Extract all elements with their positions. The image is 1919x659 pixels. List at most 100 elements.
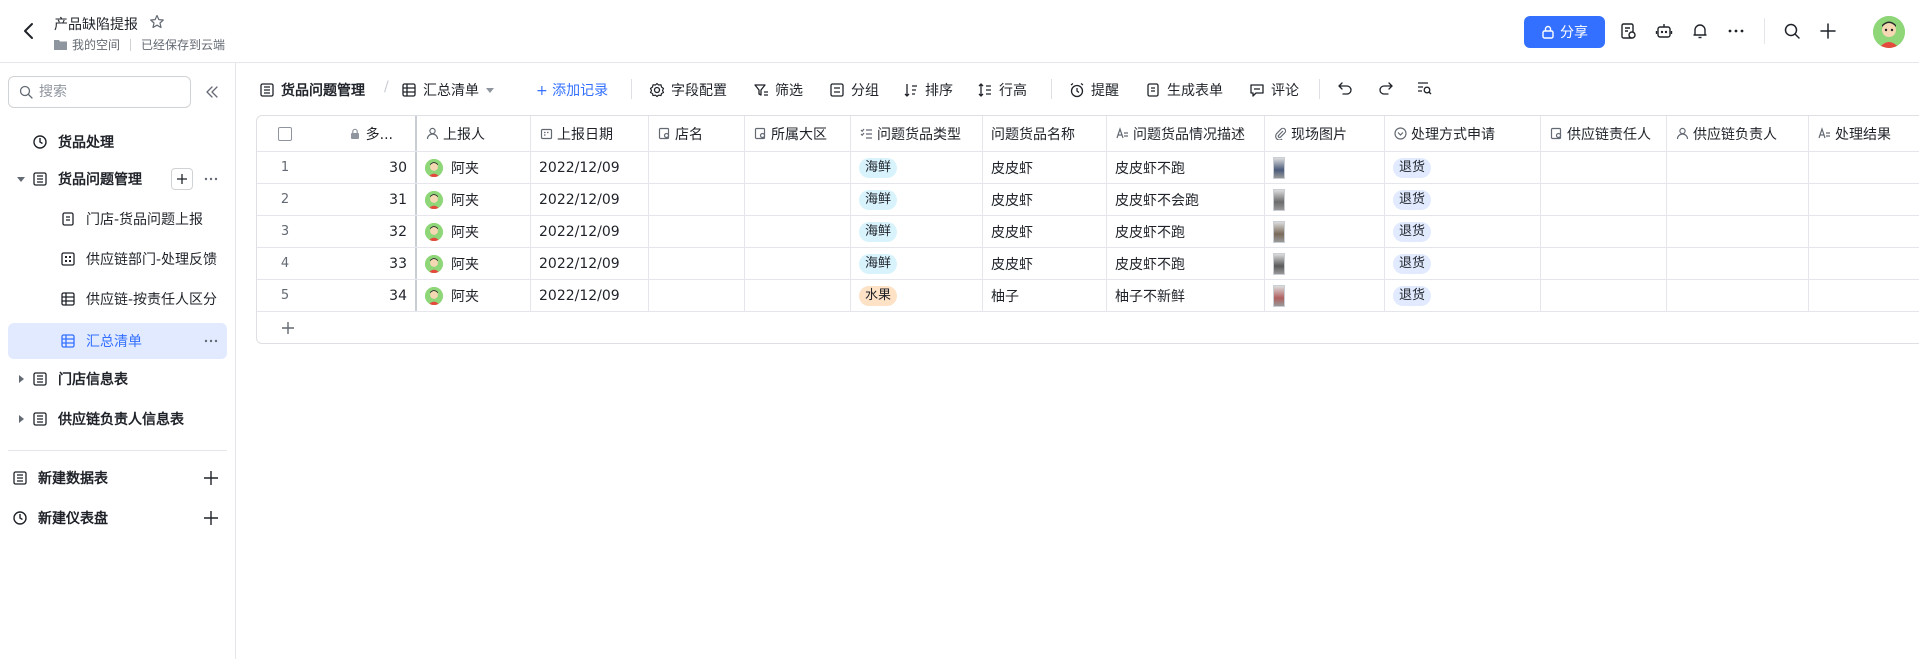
cell-result[interactable] [1809, 184, 1919, 215]
sort-button[interactable]: 排序 [903, 80, 953, 100]
more-icon[interactable] [1725, 20, 1747, 42]
cell-supply-owner[interactable] [1667, 280, 1809, 311]
col-header-result[interactable]: 处理结果 [1809, 116, 1919, 151]
cell-store-name[interactable] [649, 248, 745, 279]
row-height-button[interactable]: 行高 [977, 80, 1027, 100]
breadcrumb-space[interactable]: 我的空间 [72, 36, 120, 53]
cell-store-name[interactable] [649, 280, 745, 311]
cell-report-date[interactable]: 2022/12/09 [531, 216, 649, 247]
cell-region[interactable] [745, 152, 851, 183]
photo-thumbnail[interactable] [1273, 156, 1285, 179]
cell-supply-responsible[interactable] [1541, 184, 1667, 215]
cell-action-request[interactable]: 退货 [1385, 152, 1541, 183]
photo-thumbnail[interactable] [1273, 284, 1285, 307]
sidebar-item-goods-issue-mgmt[interactable]: 货品问题管理 [8, 161, 227, 197]
table-row[interactable]: 2 31 阿夹 2022/12/09 海鲜 皮皮虾 皮皮虾不会跑 退货 [257, 184, 1919, 216]
generate-form-button[interactable]: 生成表单 [1145, 80, 1223, 100]
cell-region[interactable] [745, 184, 851, 215]
cell-supply-owner[interactable] [1667, 184, 1809, 215]
col-header-goods-type[interactable]: 问题货品类型 [851, 116, 983, 151]
cell-goods-type[interactable]: 海鲜 [851, 248, 983, 279]
cell-site-photo[interactable] [1265, 216, 1385, 247]
select-all-checkbox[interactable] [278, 126, 292, 141]
cell-goods-desc[interactable]: 皮皮虾不跑 [1107, 216, 1265, 247]
cell-auto-number[interactable]: 33 [313, 248, 417, 279]
new-dashboard-button[interactable]: 新建仪表盘 [8, 500, 227, 536]
more-icon[interactable] [203, 333, 219, 349]
cell-store-name[interactable] [649, 152, 745, 183]
col-header-site-photo[interactable]: 现场图片 [1265, 116, 1385, 151]
cell-goods-type[interactable]: 海鲜 [851, 216, 983, 247]
cell-supply-responsible[interactable] [1541, 280, 1667, 311]
cell-action-request[interactable]: 退货 [1385, 280, 1541, 311]
cell-action-request[interactable]: 退货 [1385, 216, 1541, 247]
cell-supply-owner[interactable] [1667, 248, 1809, 279]
photo-thumbnail[interactable] [1273, 188, 1285, 211]
field-config-button[interactable]: 字段配置 [649, 80, 727, 100]
col-header-report-date[interactable]: 上报日期 [531, 116, 649, 151]
sidebar-item-supply-by-owner[interactable]: 供应链-按责任人区分 [8, 281, 227, 317]
cell-goods-name[interactable]: 皮皮虾 [983, 216, 1107, 247]
redo-icon[interactable] [1378, 80, 1394, 96]
cell-supply-responsible[interactable] [1541, 248, 1667, 279]
cell-region[interactable] [745, 216, 851, 247]
cell-region[interactable] [745, 280, 851, 311]
add-view-button[interactable] [171, 168, 193, 190]
more-icon[interactable] [203, 171, 219, 187]
cell-goods-name[interactable]: 皮皮虾 [983, 184, 1107, 215]
star-icon[interactable] [149, 14, 165, 30]
sidebar-item-store-report[interactable]: 门店-货品问题上报 [8, 201, 227, 237]
cell-supply-owner[interactable] [1667, 216, 1809, 247]
cell-supply-owner[interactable] [1667, 152, 1809, 183]
bell-icon[interactable] [1689, 20, 1711, 42]
table-row[interactable]: 4 33 阿夹 2022/12/09 海鲜 皮皮虾 皮皮虾不跑 退货 [257, 248, 1919, 280]
table-row[interactable]: 1 30 阿夹 2022/12/09 海鲜 皮皮虾 皮皮虾不跑 退货 [257, 152, 1919, 184]
cell-goods-desc[interactable]: 皮皮虾不跑 [1107, 152, 1265, 183]
cell-auto-number[interactable]: 34 [313, 280, 417, 311]
back-arrow-icon[interactable] [18, 20, 40, 42]
sidebar-item-summary-list[interactable]: 汇总清单 [8, 323, 227, 359]
col-header-goods-name[interactable]: 问题货品名称 [983, 116, 1107, 151]
cell-result[interactable] [1809, 216, 1919, 247]
photo-thumbnail[interactable] [1273, 220, 1285, 243]
find-icon[interactable] [1416, 80, 1432, 96]
cell-store-name[interactable] [649, 216, 745, 247]
cell-goods-desc[interactable]: 皮皮虾不跑 [1107, 248, 1265, 279]
document-title[interactable]: 产品缺陷提报 [54, 14, 138, 34]
col-header-goods-desc[interactable]: 问题货品情况描述 [1107, 116, 1265, 151]
cell-result[interactable] [1809, 152, 1919, 183]
document-info-icon[interactable] [1617, 20, 1639, 42]
cell-report-date[interactable]: 2022/12/09 [531, 248, 649, 279]
row-index[interactable]: 5 [257, 280, 313, 311]
cell-region[interactable] [745, 248, 851, 279]
group-button[interactable]: 分组 [829, 80, 879, 100]
cell-reporter[interactable]: 阿夹 [417, 248, 531, 279]
row-index[interactable]: 1 [257, 152, 313, 183]
comment-button[interactable]: 评论 [1249, 80, 1299, 100]
collapse-sidebar-icon[interactable] [203, 83, 221, 101]
caret-right-icon[interactable] [16, 374, 26, 384]
plus-icon[interactable] [203, 470, 219, 486]
cell-goods-name[interactable]: 皮皮虾 [983, 152, 1107, 183]
cell-report-date[interactable]: 2022/12/09 [531, 152, 649, 183]
cell-result[interactable] [1809, 248, 1919, 279]
col-header-reporter[interactable]: 上报人 [417, 116, 531, 151]
filter-button[interactable]: 筛选 [753, 80, 803, 100]
reminder-button[interactable]: 提醒 [1069, 80, 1119, 100]
col-header-supply-owner[interactable]: 供应链负责人 [1667, 116, 1809, 151]
cell-store-name[interactable] [649, 184, 745, 215]
row-index[interactable]: 2 [257, 184, 313, 215]
cell-result[interactable] [1809, 280, 1919, 311]
cell-goods-name[interactable]: 柚子 [983, 280, 1107, 311]
cell-goods-desc[interactable]: 皮皮虾不会跑 [1107, 184, 1265, 215]
col-header-store-name[interactable]: 店名 [649, 116, 745, 151]
sidebar-item-supply-feedback[interactable]: 供应链部门-处理反馈 [8, 241, 227, 277]
row-index[interactable]: 4 [257, 248, 313, 279]
cell-goods-type[interactable]: 海鲜 [851, 152, 983, 183]
cell-site-photo[interactable] [1265, 248, 1385, 279]
user-avatar[interactable] [1873, 16, 1905, 48]
undo-icon[interactable] [1337, 80, 1353, 96]
table-row[interactable]: 5 34 阿夹 2022/12/09 水果 柚子 柚子不新鲜 退货 [257, 280, 1919, 312]
caret-down-icon[interactable] [16, 174, 26, 184]
sidebar-item-supply-owner-info[interactable]: 供应链负责人信息表 [8, 401, 227, 437]
